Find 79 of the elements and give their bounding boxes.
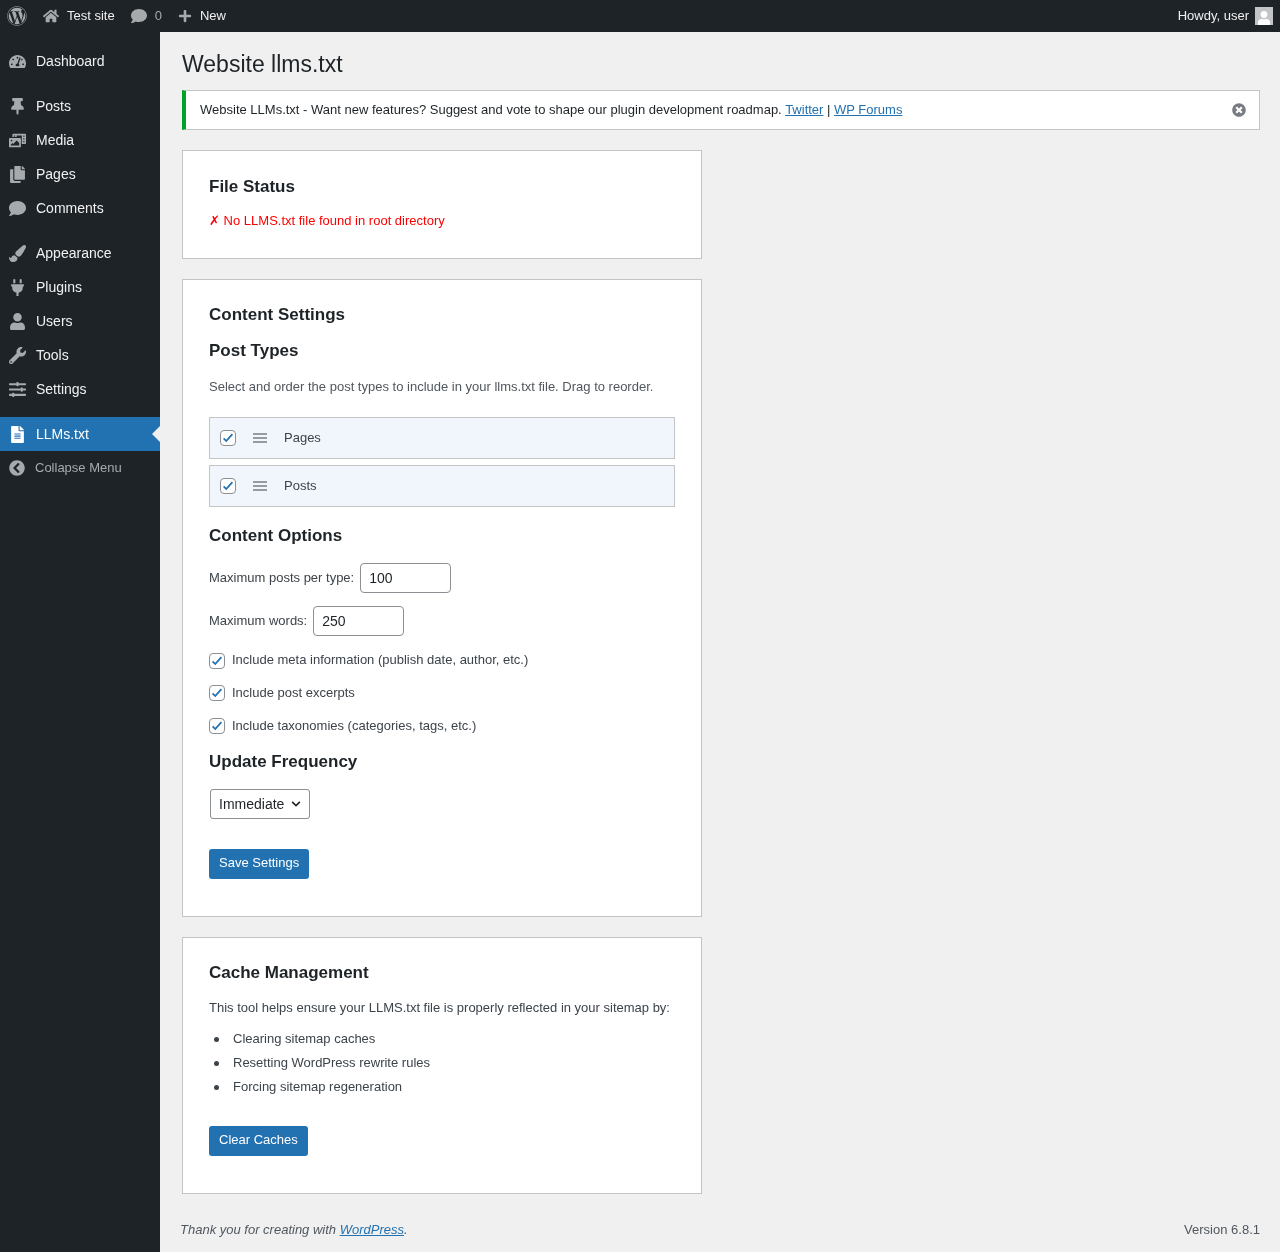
save-settings-button[interactable]: Save Settings: [209, 848, 310, 879]
menu-item[interactable]: Settings: [0, 372, 160, 406]
number-field[interactable]: 250: [313, 606, 405, 637]
wrench-icon: [9, 346, 26, 364]
dashboard-icon: [9, 52, 26, 70]
brush-icon: [9, 244, 26, 262]
menu-item[interactable]: Media: [0, 123, 160, 157]
wordpress-link[interactable]: WordPress: [339, 1222, 404, 1238]
field-label: Maximum posts per type:: [209, 569, 355, 587]
media-icon: [9, 131, 26, 149]
menu-item[interactable]: LLMs.txt: [0, 417, 160, 451]
bullet-icon: [214, 1036, 219, 1042]
menu-item[interactable]: Pages: [0, 157, 160, 191]
menu-item[interactable]: Tools: [0, 338, 160, 372]
list-item-text: Clearing sitemap caches: [233, 1030, 376, 1048]
section-title: Post Types: [209, 340, 300, 363]
card-title: Cache Management: [209, 961, 370, 984]
number-field[interactable]: 100: [360, 563, 452, 594]
card-title: File Status: [209, 176, 296, 198]
checkbox[interactable]: [220, 430, 236, 447]
help-text: Select and order the post types to include in your llms.txt file. Drag to reorder.: [209, 379, 655, 397]
section-title: Content Options: [209, 525, 344, 548]
menu-item[interactable]: Dashboard: [0, 44, 160, 78]
collapse-icon: [9, 460, 25, 476]
menu-item[interactable]: Comments: [0, 191, 160, 225]
post-type-label: Pages: [284, 429, 321, 447]
drag-handle-icon[interactable]: [252, 432, 268, 445]
user-icon: [9, 312, 26, 330]
notice-link[interactable]: WP Forums: [834, 101, 903, 117]
chevron-down-icon: [291, 798, 301, 809]
pin-icon: [9, 97, 26, 115]
comments-link[interactable]: 0: [130, 6, 162, 26]
cache-description: This tool helps ensure your LLMS.txt file is properly reflected in your sitemap by:: [209, 1000, 671, 1017]
new-link[interactable]: New: [177, 6, 226, 26]
plug-icon: [9, 278, 26, 296]
checkbox[interactable]: [220, 478, 236, 495]
post-type-label: Posts: [284, 477, 317, 495]
version-text: Version 6.8.1: [1184, 1222, 1260, 1239]
status-message: ✗ No LLMS.txt file found in root directory: [209, 213, 446, 230]
option-label: Include post excerpts: [232, 685, 355, 702]
checkbox[interactable]: [209, 718, 225, 735]
current-pointer-icon: [152, 426, 160, 442]
checkbox[interactable]: [209, 685, 225, 702]
bullet-icon: [214, 1060, 219, 1066]
field-label: Maximum words:: [209, 612, 308, 630]
list-item-text: Forcing sitemap regeneration: [233, 1078, 403, 1096]
site-link[interactable]: Test site: [43, 6, 115, 26]
collapse-menu-button[interactable]: Collapse Menu: [0, 451, 160, 485]
page-title: Website llms.txt: [182, 50, 344, 79]
frequency-select[interactable]: Immediate: [210, 788, 310, 819]
option-label: Include meta information (publish date, author, etc.): [232, 652, 529, 670]
close-icon[interactable]: [1232, 103, 1246, 117]
menu-item[interactable]: Users: [0, 304, 160, 338]
post-type-row[interactable]: Pages: [209, 417, 675, 460]
comment-icon: [130, 8, 147, 24]
comment-icon: [9, 199, 26, 217]
clear-caches-button[interactable]: Clear Caches: [209, 1125, 308, 1156]
section-title: Update Frequency: [209, 750, 359, 773]
plus-icon: [177, 9, 192, 23]
card-title: Content Settings: [209, 304, 346, 326]
document-icon: [9, 425, 26, 443]
sliders-icon: [9, 380, 26, 398]
pages-icon: [9, 165, 26, 183]
drag-handle-icon[interactable]: [252, 480, 268, 493]
notice-link[interactable]: Twitter: [785, 101, 824, 117]
checkbox[interactable]: [209, 652, 225, 669]
avatar-icon: [1255, 7, 1273, 25]
footer-text: Thank you for creating with WordPress.: [180, 1222, 408, 1239]
option-label: Include taxonomies (categories, tags, etc.): [232, 717, 477, 735]
bullet-icon: [214, 1084, 219, 1090]
account-link[interactable]: Howdy, user: [1177, 6, 1273, 26]
list-item-text: Resetting WordPress rewrite rules: [233, 1054, 430, 1072]
home-icon: [43, 8, 59, 24]
menu-item[interactable]: Appearance: [0, 236, 160, 270]
wordpress-logo-icon[interactable]: [7, 6, 27, 26]
post-type-row[interactable]: Posts: [209, 465, 675, 508]
menu-item[interactable]: Posts: [0, 89, 160, 123]
notice-text: Website LLMs.txt - Want new features? Suggest and vote to shape our plugin development roadmap. Twitter | WP Forums: [200, 101, 903, 119]
menu-item[interactable]: Plugins: [0, 270, 160, 304]
